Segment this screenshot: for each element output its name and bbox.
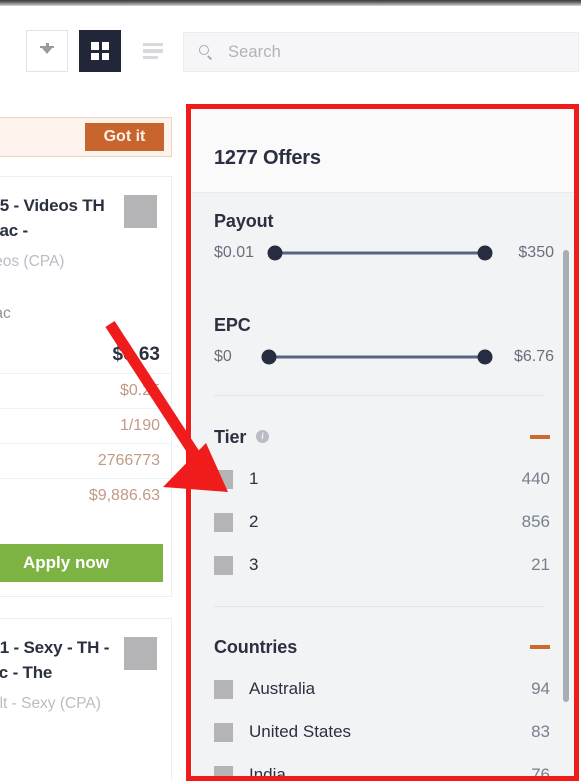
apply-now-button[interactable]: Apply now bbox=[0, 544, 163, 582]
got-it-button[interactable]: Got it bbox=[85, 123, 164, 151]
offer-stat-value: $0.25 bbox=[119, 382, 160, 399]
tier-label: 3 bbox=[249, 555, 259, 574]
offer-stat-value: 2766773 bbox=[97, 452, 160, 469]
section-header-countries[interactable]: Countries bbox=[192, 635, 577, 659]
tier-label: 2 bbox=[249, 512, 259, 531]
divider bbox=[214, 395, 544, 396]
filter-panel: 1277 Offers Payout $0.01 $350 EPC $0 $6.… bbox=[192, 108, 577, 777]
download-button[interactable] bbox=[26, 30, 68, 72]
search-input[interactable]: Search bbox=[183, 32, 579, 72]
tier-label: 1 bbox=[249, 469, 259, 488]
country-count: 76 bbox=[531, 765, 550, 777]
grid-view-icon bbox=[91, 42, 109, 60]
offer-title: 6451 - Sexy - TH - Dtac - The bbox=[0, 638, 110, 682]
grid-view-button[interactable] bbox=[79, 30, 121, 72]
tier-option-row[interactable]: 3 21 bbox=[192, 554, 577, 576]
payout-max-label: $350 bbox=[518, 244, 554, 261]
notice-banner: Got it bbox=[0, 117, 172, 157]
collapse-minus-icon[interactable] bbox=[530, 435, 550, 439]
filter-panel-body: Payout $0.01 $350 EPC $0 $6.76 Tier i 1 bbox=[192, 193, 577, 777]
offer-stat-value: $0.63 bbox=[112, 343, 160, 365]
offer-stat-row: $0.25 bbox=[0, 373, 172, 408]
collapse-minus-icon[interactable] bbox=[530, 645, 550, 649]
toolbar: Search bbox=[0, 6, 581, 90]
list-view-button[interactable] bbox=[132, 30, 174, 72]
tier-count: 856 bbox=[521, 512, 550, 531]
checkbox[interactable] bbox=[214, 556, 233, 575]
payout-max-handle[interactable] bbox=[477, 245, 493, 261]
divider bbox=[214, 606, 544, 607]
payout-min-label: $0.01 bbox=[214, 244, 255, 261]
section-title-epc: EPC bbox=[214, 315, 251, 335]
offers-list-column: Got it 5905 - Videos TH - Dtac - Videos … bbox=[0, 90, 172, 781]
tier-count: 440 bbox=[521, 469, 550, 488]
checkbox[interactable] bbox=[214, 680, 233, 699]
epc-min-handle[interactable] bbox=[261, 349, 277, 365]
offer-stat-row: $0.63 bbox=[0, 337, 172, 372]
checkbox[interactable] bbox=[214, 470, 233, 489]
offers-count-label: 1277 Offers bbox=[214, 147, 321, 169]
filter-panel-header: 1277 Offers bbox=[192, 108, 577, 193]
filter-panel-scrollbar[interactable] bbox=[563, 250, 569, 702]
offer-card[interactable]: 6451 - Sexy - TH - Dtac - The Adult - Se… bbox=[0, 618, 172, 781]
payout-range-slider[interactable]: $0.01 $350 bbox=[214, 241, 554, 265]
tier-option-row[interactable]: 2 856 bbox=[192, 511, 577, 533]
checkbox[interactable] bbox=[214, 723, 233, 742]
epc-range-slider[interactable]: $0 $6.76 bbox=[214, 345, 554, 369]
epc-max-label: $6.76 bbox=[513, 348, 554, 365]
offer-card[interactable]: 5905 - Videos TH - Dtac - Videos (CPA) -… bbox=[0, 176, 172, 597]
offer-stat-row: $9,886.63 bbox=[0, 478, 172, 513]
country-count: 94 bbox=[531, 679, 550, 698]
offer-category: Videos (CPA) bbox=[0, 253, 65, 270]
offer-thumbnail bbox=[124, 637, 157, 670]
offer-category: Adult - Sexy (CPA) bbox=[0, 695, 101, 712]
country-label: United States bbox=[249, 722, 352, 741]
offer-stat-value: 1/190 bbox=[119, 417, 160, 434]
country-count: 83 bbox=[531, 722, 550, 741]
checkbox[interactable] bbox=[214, 513, 233, 532]
offer-stat-value: $9,886.63 bbox=[88, 487, 160, 504]
country-option-row[interactable]: United States 83 bbox=[192, 721, 577, 743]
tier-option-row[interactable]: 1 440 bbox=[192, 468, 577, 490]
country-option-row[interactable]: Australia 94 bbox=[192, 678, 577, 700]
checkbox[interactable] bbox=[214, 766, 233, 777]
payout-min-handle[interactable] bbox=[267, 245, 283, 261]
info-icon[interactable]: i bbox=[256, 430, 269, 443]
offer-stat-row: 1/190 bbox=[0, 408, 172, 443]
section-title-countries: Countries bbox=[214, 637, 298, 657]
offer-thumbnail bbox=[124, 195, 157, 228]
country-label: Australia bbox=[249, 679, 316, 698]
download-icon bbox=[40, 43, 54, 59]
tier-count: 21 bbox=[531, 555, 550, 574]
offer-subtitle: - dtac bbox=[0, 305, 11, 322]
section-header-tier[interactable]: Tier i bbox=[192, 425, 577, 449]
country-option-row[interactable]: India 76 bbox=[192, 764, 577, 777]
section-title-tier: Tier bbox=[214, 427, 247, 447]
country-label: India bbox=[249, 765, 286, 777]
list-view-icon bbox=[143, 43, 163, 59]
epc-min-label: $0 bbox=[214, 348, 232, 365]
epc-max-handle[interactable] bbox=[477, 349, 493, 365]
offer-title: 5905 - Videos TH - Dtac - bbox=[0, 196, 105, 240]
search-icon bbox=[199, 44, 214, 60]
offer-stat-row: 2766773 bbox=[0, 443, 172, 478]
section-title-payout: Payout bbox=[214, 211, 274, 231]
search-placeholder: Search bbox=[228, 42, 281, 61]
